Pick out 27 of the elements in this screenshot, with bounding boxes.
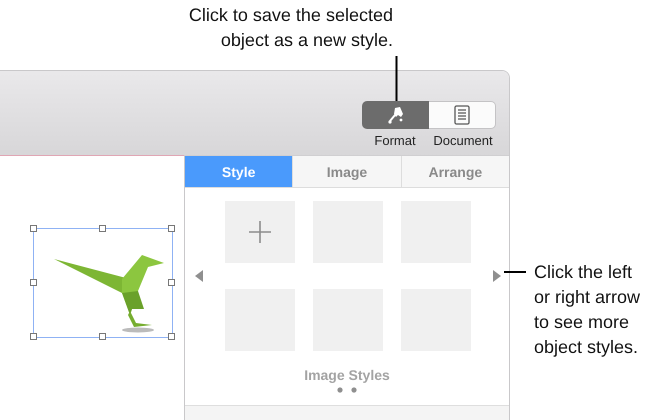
section-label: Image Styles bbox=[304, 367, 390, 383]
resize-handle[interactable] bbox=[30, 333, 37, 340]
right-arrow-button[interactable] bbox=[493, 270, 501, 282]
toolbar-segment-button[interactable] bbox=[362, 101, 429, 129]
resize-handle[interactable] bbox=[168, 225, 175, 232]
resize-handle[interactable] bbox=[99, 333, 106, 340]
callout-text: Click to save the selected object as a new style. bbox=[188, 4, 393, 52]
inspector-tab[interactable]: Image bbox=[292, 156, 401, 187]
resize-handle[interactable] bbox=[30, 225, 37, 232]
paintbrush-icon bbox=[386, 105, 406, 125]
document-icon bbox=[454, 105, 470, 125]
resize-handle[interactable] bbox=[168, 333, 175, 340]
toolbar-label: Format bbox=[373, 133, 417, 148]
left-arrow-button[interactable] bbox=[195, 270, 203, 282]
leader-line bbox=[504, 271, 526, 273]
toolbar-label: Document bbox=[432, 133, 494, 148]
plus-icon bbox=[248, 220, 272, 244]
resize-handle[interactable] bbox=[168, 279, 175, 286]
leader-line bbox=[395, 56, 398, 101]
resize-handle[interactable] bbox=[30, 279, 37, 286]
resize-handle[interactable] bbox=[99, 225, 106, 232]
page-dots-icon bbox=[337, 387, 357, 393]
callout-text: Click the left or right arrow to see more object styles. bbox=[534, 261, 642, 359]
inspector-tab[interactable]: Arrange bbox=[400, 156, 509, 187]
toolbar-segment-button[interactable] bbox=[429, 101, 496, 129]
inspector-tab[interactable]: Style bbox=[185, 156, 292, 187]
selection-frame[interactable] bbox=[33, 228, 173, 338]
